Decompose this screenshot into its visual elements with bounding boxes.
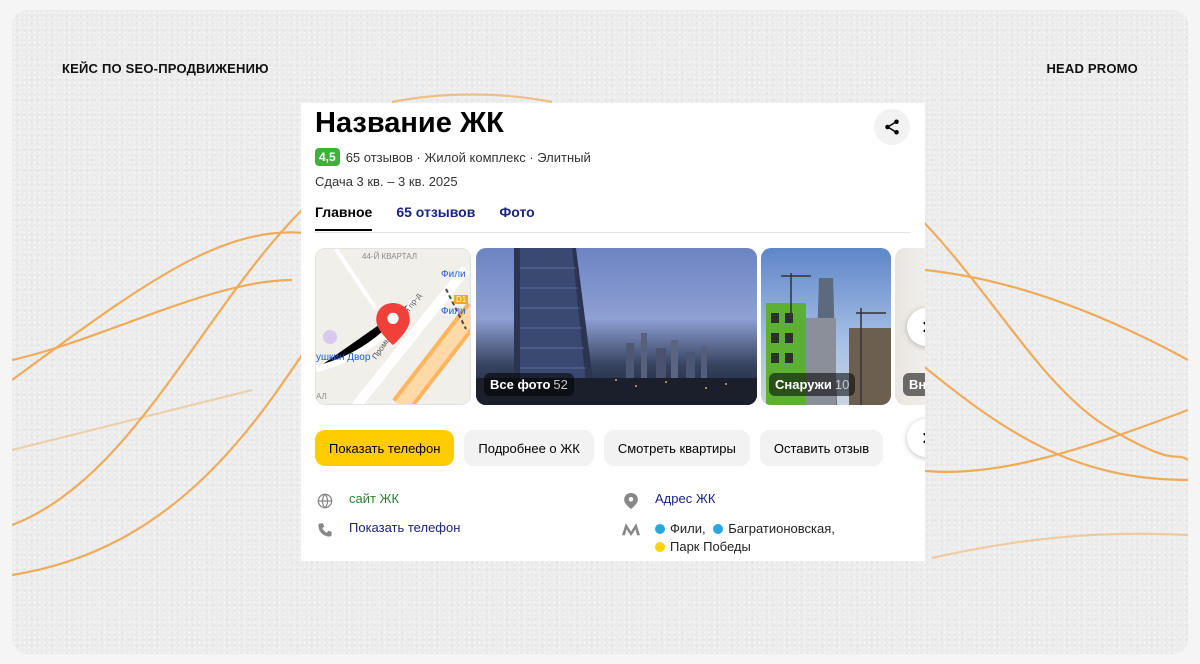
action-buttons: Показать телефон Подробнее о ЖК Смотреть… [315, 430, 884, 466]
address-row: Адрес ЖК [621, 491, 715, 511]
phone-link[interactable]: Показать телефон [349, 520, 460, 535]
map-label-cut: АЛ [316, 392, 327, 401]
photo-label-inside-text: Вн [909, 377, 925, 392]
metro-station[interactable]: Парк Победы [655, 539, 751, 554]
map-line-badge: D1 [454, 295, 469, 304]
actions-next-button[interactable] [907, 419, 925, 457]
photo-tile-all[interactable]: Все фото 52 [476, 248, 757, 405]
photo-label-outside: Снаружи 10 [769, 373, 856, 396]
map-label-fili-1: Фили [441, 269, 466, 280]
phone-row: Показать телефон [315, 520, 460, 540]
complex-title: Название ЖК [315, 107, 504, 139]
more-about-button[interactable]: Подробнее о ЖК [464, 430, 594, 466]
photo-count-outside: 10 [834, 377, 850, 392]
photo-label-all: Все фото 52 [484, 373, 574, 396]
case-title: КЕЙС ПО SEO-ПРОДВИЖЕНИЮ [62, 61, 269, 76]
metro-station-name: Фили, [670, 521, 706, 536]
location-marker-icon [376, 303, 410, 345]
photo-label-all-text: Все фото [490, 377, 551, 392]
tab-reviews[interactable]: 65 отзывов [396, 201, 475, 231]
map-label-quarter: 44-Й КВАРТАЛ [362, 252, 417, 261]
meta-text: 65 отзывов · Жилой комплекс · Элитный [345, 149, 591, 165]
photo-label-outside-text: Снаружи [775, 377, 832, 392]
globe-icon [315, 491, 335, 511]
address-link[interactable]: Адрес ЖК [655, 491, 715, 506]
metro-line-dot [713, 524, 724, 534]
tab-photos[interactable]: Фото [499, 201, 534, 231]
metro-station[interactable]: Багратионовская, [709, 521, 835, 536]
metro-line-dot [655, 524, 665, 534]
chevron-right-icon [923, 321, 925, 333]
photo-tile-outside[interactable]: Снаружи 10 [761, 248, 891, 405]
delivery-dates: Сдача 3 кв. – 3 кв. 2025 [315, 174, 458, 189]
brand-name: HEAD PROMO [1046, 61, 1138, 76]
phone-icon [315, 520, 335, 540]
background-frame: КЕЙС ПО SEO-ПРОДВИЖЕНИЮ HEAD PROMO Назва… [12, 10, 1188, 654]
metro-row: Фили, Багратионовская, Парк Победы [621, 520, 835, 556]
map-preview[interactable]: 44-Й КВАРТАЛ Фили D1 Фили ушкин Двор Про… [315, 248, 471, 405]
share-button[interactable] [874, 109, 910, 145]
show-phone-button[interactable]: Показать телефон [315, 430, 455, 466]
leave-review-button[interactable]: Оставить отзыв [759, 430, 884, 466]
photo-label-inside: Вн [903, 373, 925, 396]
tab-bar: Главное 65 отзывов Фото [315, 201, 911, 233]
metro-station-name: Парк Победы [670, 539, 751, 554]
meta-row: 4,5 65 отзывов · Жилой комплекс · Элитны… [315, 148, 591, 166]
business-card: Название ЖК 4,5 65 отзывов · Жилой компл… [301, 103, 925, 561]
photo-count-all: 52 [553, 377, 568, 392]
metro-stations: Фили, Багратионовская, Парк Победы [655, 520, 835, 556]
map-label-mall: ушкин Двор [316, 352, 371, 363]
website-link[interactable]: сайт ЖК [349, 491, 399, 506]
view-apartments-button[interactable]: Смотреть квартиры [603, 430, 750, 466]
website-row: сайт ЖК [315, 491, 399, 511]
tab-main[interactable]: Главное [315, 201, 373, 231]
metro-station[interactable]: Фили, [655, 521, 706, 536]
metro-station-name: Багратионовская, [728, 521, 835, 536]
map-label-fili-2: Фили [441, 306, 466, 317]
location-pin-icon [621, 491, 641, 511]
metro-icon [621, 520, 641, 540]
chevron-right-icon [923, 432, 925, 444]
share-icon [885, 119, 899, 135]
rating-badge: 4,5 [315, 148, 340, 166]
metro-line-dot [655, 542, 665, 552]
